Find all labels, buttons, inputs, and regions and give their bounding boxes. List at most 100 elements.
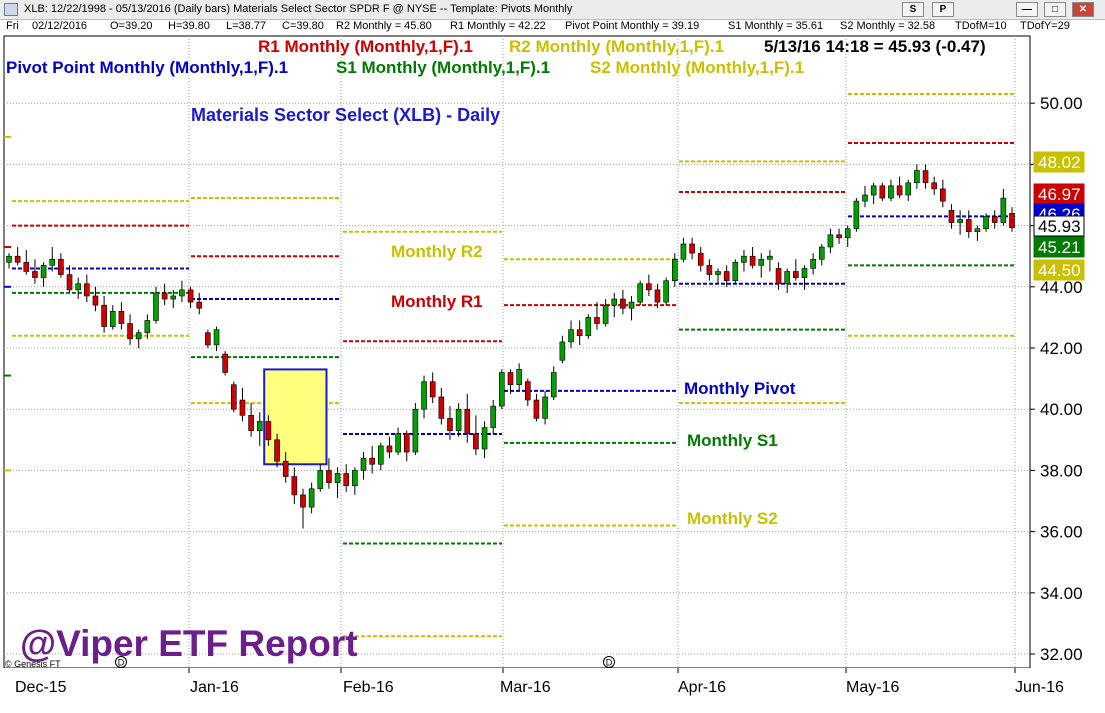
candle-body: [92, 295, 99, 306]
candle-body: [447, 418, 453, 431]
candle-body: [715, 271, 721, 275]
candle-body: [654, 289, 661, 303]
candle-body: [499, 372, 505, 407]
candle-body: [602, 304, 609, 324]
x-tick-label: Mar-16: [500, 679, 551, 696]
candle-body: [896, 185, 903, 196]
candle-body: [40, 265, 47, 278]
x-tick-label: Apr-16: [678, 679, 726, 696]
candle-body: [481, 427, 488, 450]
y-tick-label: 44.00: [1040, 278, 1083, 297]
candle-body: [317, 470, 324, 490]
highlight-box: [263, 368, 328, 466]
candle-body: [931, 182, 937, 190]
candle-body: [905, 182, 912, 196]
candle-body: [974, 228, 981, 233]
candle-body: [741, 255, 747, 263]
candle-body: [516, 369, 522, 386]
candle-body: [689, 243, 695, 254]
candle-body: [758, 258, 765, 266]
price-tag-label: 45.93: [1038, 217, 1081, 236]
x-tick-label: Jan-16: [190, 679, 239, 696]
candle-body: [576, 329, 583, 337]
y-tick-label: 34.00: [1040, 584, 1083, 603]
candle-body: [620, 298, 626, 309]
candle-body: [533, 399, 540, 419]
candle-body: [438, 396, 445, 419]
chart-title: Materials Sector Select (XLB) - Daily: [191, 105, 500, 125]
candle-body: [222, 353, 228, 373]
candle-body: [965, 219, 972, 233]
candle-body: [628, 301, 635, 309]
candle-body: [862, 194, 868, 202]
x-tick-label: Jun-16: [1015, 679, 1064, 696]
copyright: © Genesis FT: [5, 659, 61, 669]
candle-body: [23, 262, 30, 272]
level-annotation: Monthly S1: [687, 431, 778, 450]
candle-body: [749, 255, 756, 266]
plot-frame: [3, 35, 1031, 669]
candle-body: [274, 439, 280, 462]
legend-entry: Pivot Point Monthly (Monthly,1,F).1: [6, 58, 288, 77]
candle-body: [1000, 197, 1007, 223]
candle-body: [637, 283, 643, 303]
candle-body: [957, 219, 963, 223]
candle-body: [153, 292, 159, 321]
candle-body: [282, 460, 289, 477]
level-annotation: Monthly R2: [391, 242, 483, 261]
candle-body: [352, 470, 358, 486]
y-tick-label: 50.00: [1040, 94, 1083, 113]
candle-body: [256, 421, 263, 431]
x-tick-label: May-16: [846, 679, 899, 696]
candle-body: [161, 292, 168, 300]
candle-body: [231, 384, 237, 410]
candle-body: [810, 258, 816, 269]
candle-body: [118, 310, 125, 324]
candle-body: [585, 317, 592, 337]
candle-body: [507, 372, 514, 386]
level-annotation: Monthly R1: [391, 292, 483, 311]
candle-body: [412, 408, 419, 453]
candle-body: [291, 476, 298, 496]
x-tick-label: Dec-15: [15, 679, 67, 696]
candle-body: [6, 255, 12, 263]
candle-body: [308, 488, 315, 508]
candle-body: [671, 258, 678, 281]
candle-body: [827, 234, 834, 248]
candle-body: [101, 304, 107, 327]
candle-body: [888, 185, 894, 199]
legend-entry: R2 Monthly (Monthly,1,F).1: [509, 37, 724, 56]
candle-body: [611, 298, 618, 306]
candle-body: [767, 255, 773, 260]
candle-body: [870, 185, 877, 196]
y-tick-label: 40.00: [1040, 400, 1083, 419]
price-tag-label: 46.97: [1038, 185, 1081, 204]
price-chart[interactable]: R1 Monthly (Monthly,1,F).1 R2 Monthly (Mo…: [0, 0, 1105, 713]
candle-body: [663, 280, 669, 303]
candle-body: [187, 289, 194, 303]
candle-body: [378, 445, 384, 465]
last-quote: 5/13/16 14:18 = 45.93 (-0.47): [764, 37, 986, 56]
candle-body: [784, 271, 790, 285]
candle-body: [940, 188, 946, 202]
candle-body: [490, 405, 497, 428]
candle-body: [179, 289, 185, 297]
candle-body: [680, 243, 687, 260]
candle-body: [144, 320, 151, 333]
level-annotation: Monthly Pivot: [684, 379, 796, 398]
candle-body: [948, 210, 955, 223]
candle-body: [127, 323, 133, 340]
candle-body: [853, 200, 860, 229]
candle-body: [75, 283, 81, 291]
candle-body: [239, 399, 246, 416]
candle-body: [386, 445, 393, 453]
candle-body: [836, 234, 842, 239]
candle-body: [559, 341, 566, 361]
candle-body: [326, 470, 332, 483]
candle-body: [801, 268, 808, 278]
candle-body: [983, 216, 989, 229]
candle-body: [991, 216, 998, 223]
candle-body: [135, 332, 142, 340]
candle-body: [109, 310, 116, 327]
candle-body: [594, 317, 600, 324]
